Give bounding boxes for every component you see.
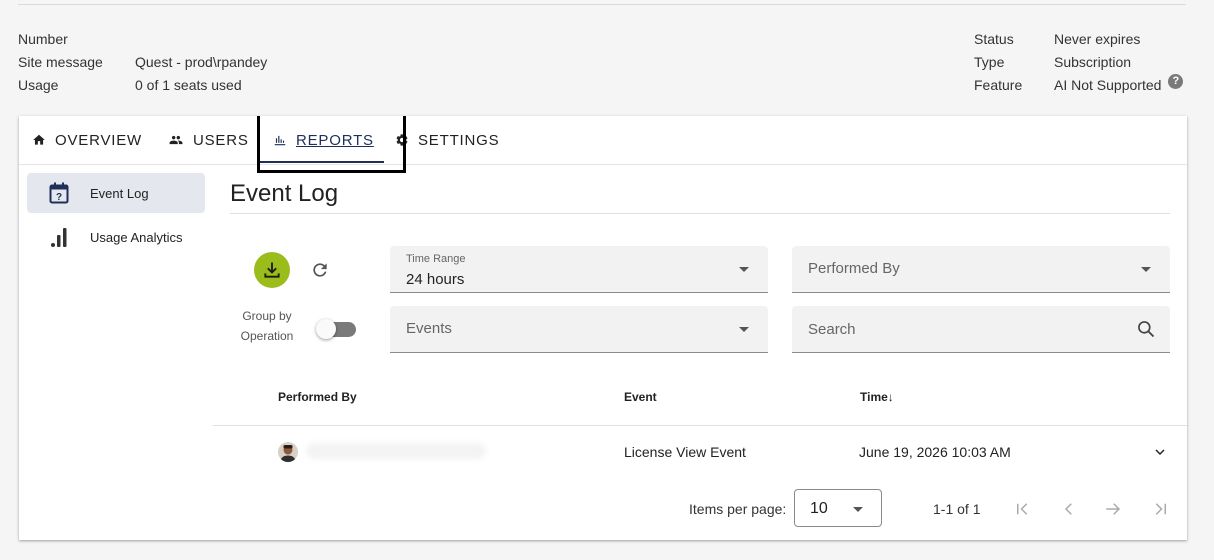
- tab-bar: OVERVIEW USERS REPORTS SETTINGS: [19, 116, 1187, 165]
- last-page-icon: [1155, 503, 1166, 515]
- column-header-time[interactable]: Time↓: [860, 390, 894, 404]
- group-by-label: Group by Operation: [240, 309, 294, 343]
- calendar-icon: ?: [27, 182, 90, 204]
- top-divider: [18, 4, 1186, 5]
- previous-page-button[interactable]: [1057, 497, 1081, 521]
- search-icon[interactable]: [1136, 319, 1156, 344]
- expand-row-button[interactable]: [1150, 442, 1170, 462]
- reports-icon: [274, 135, 286, 146]
- page-title: Event Log: [230, 180, 339, 207]
- pagination-range: 1-1 of 1: [933, 501, 981, 517]
- events-select[interactable]: Events: [390, 306, 768, 353]
- items-per-page-dropdown-icon: [853, 507, 863, 512]
- events-dropdown-icon: [739, 327, 749, 332]
- tab-overview-label: OVERVIEW: [55, 131, 142, 149]
- toggle-knob: [316, 319, 336, 339]
- usage-value: 0 of 1 seats used: [135, 77, 242, 93]
- sidebar-item-event-log-label: Event Log: [90, 185, 149, 201]
- tab-reports-label: REPORTS: [296, 131, 374, 149]
- tab-settings[interactable]: SETTINGS: [395, 116, 499, 164]
- time-range-label: Time Range: [406, 253, 466, 265]
- home-icon: [33, 134, 45, 145]
- svg-text:?: ?: [55, 192, 61, 203]
- license-info-left: Number Site message Quest - prod\rpandey …: [18, 28, 267, 97]
- arrow-right-icon: [1106, 503, 1121, 515]
- items-per-page-select[interactable]: 10: [794, 489, 882, 527]
- chevron-left-icon: [1064, 503, 1072, 515]
- tab-users-label: USERS: [193, 131, 249, 149]
- event-cell: License View Event: [624, 444, 746, 460]
- active-tab-indicator: [259, 161, 384, 163]
- first-page-button[interactable]: [1011, 497, 1035, 521]
- table-header-divider: [213, 425, 1187, 426]
- search-field: [792, 306, 1170, 353]
- gear-icon: [396, 134, 408, 146]
- type-value: Subscription: [1054, 54, 1132, 70]
- first-page-icon: [1017, 503, 1028, 515]
- bar-chart-icon: [27, 226, 90, 248]
- usage-key: Usage: [18, 77, 59, 93]
- sort-desc-icon: ↓: [887, 390, 894, 404]
- group-by-toggle[interactable]: [316, 319, 356, 339]
- status-value: Never expires: [1054, 31, 1141, 47]
- tab-settings-label: SETTINGS: [418, 131, 500, 149]
- tab-reports[interactable]: REPORTS: [273, 116, 374, 164]
- items-per-page-label: Items per page:: [689, 501, 787, 517]
- next-page-button[interactable]: [1101, 497, 1125, 521]
- site-message-value: Quest - prod\rpandey: [135, 54, 268, 70]
- performed-by-placeholder: Performed By: [808, 260, 900, 277]
- performed-by-dropdown-icon: [1141, 267, 1151, 272]
- help-icon[interactable]: ?: [1168, 74, 1184, 89]
- chevron-down-icon: [1155, 449, 1165, 456]
- time-range-dropdown-icon: [739, 267, 749, 272]
- status-key: Status: [974, 31, 1014, 47]
- feature-key: Feature: [974, 77, 1023, 93]
- download-icon: [264, 262, 280, 278]
- title-divider: [230, 213, 1170, 214]
- column-header-event[interactable]: Event: [624, 390, 657, 404]
- type-key: Type: [974, 54, 1005, 70]
- feature-value: AI Not Supported: [1054, 77, 1162, 93]
- tab-users[interactable]: USERS: [168, 116, 249, 164]
- time-range-value: 24 hours: [406, 271, 465, 288]
- download-button[interactable]: [254, 252, 290, 288]
- tab-overview[interactable]: OVERVIEW: [32, 116, 142, 164]
- refresh-icon: [313, 263, 327, 277]
- site-message-key: Site message: [18, 54, 103, 70]
- time-range-select[interactable]: Time Range 24 hours: [390, 246, 768, 293]
- users-icon: [169, 135, 183, 145]
- column-header-performed-by[interactable]: Performed By: [278, 390, 357, 404]
- redacted-user-name: [306, 443, 486, 459]
- search-input[interactable]: [808, 306, 1128, 352]
- sidebar-item-usage-analytics[interactable]: Usage Analytics: [27, 217, 205, 257]
- items-per-page-value: 10: [810, 500, 828, 517]
- sidebar-item-usage-analytics-label: Usage Analytics: [90, 229, 183, 245]
- avatar: [278, 442, 298, 462]
- column-header-time-label: Time: [860, 390, 888, 404]
- number-key: Number: [18, 31, 68, 47]
- events-placeholder: Events: [406, 320, 452, 337]
- last-page-button[interactable]: [1148, 497, 1172, 521]
- sidebar-item-event-log[interactable]: ? Event Log: [27, 173, 205, 213]
- time-cell: June 19, 2026 10:03 AM: [859, 444, 1011, 460]
- performed-by-select[interactable]: Performed By: [792, 246, 1170, 293]
- refresh-button[interactable]: [308, 258, 332, 282]
- license-card: OVERVIEW USERS REPORTS SETTINGS ? Event …: [19, 116, 1187, 540]
- license-info-right: Status Never expires Type Subscription Fea…: [974, 28, 1184, 97]
